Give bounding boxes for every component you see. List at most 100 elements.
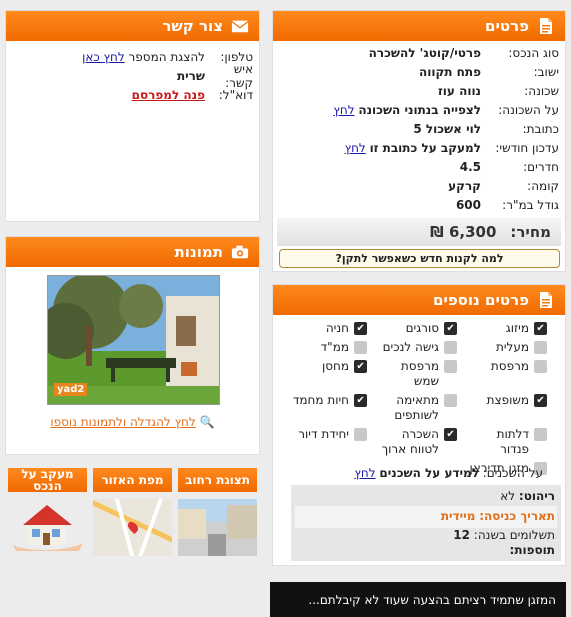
neighborhood-link[interactable]: לחץ: [333, 103, 354, 117]
checked-icon: ✔: [444, 322, 457, 335]
entry-date-row: תאריך כניסה: מיידית: [295, 506, 557, 528]
contact-header: צור קשר: [6, 11, 259, 41]
feature-checkbox[interactable]: ✔ מיזוג: [465, 321, 547, 336]
rental-info-box: ריהוט: לא תאריך כניסה: מיידית תשלומים בש…: [291, 485, 561, 561]
feature-label: מרפסת שמש: [400, 359, 439, 388]
feature-checkbox[interactable]: ממ"ד: [285, 340, 367, 355]
feature-label: מתאימה לשותפים: [394, 393, 439, 422]
feature-checkbox[interactable]: דלתות פנדור: [465, 427, 547, 457]
feature-checkbox[interactable]: ✔ חיות מחמד: [285, 393, 367, 423]
checked-icon: ✔: [354, 322, 367, 335]
enlarge-photos-link[interactable]: לחץ להגדלה ולתמונות נוספו: [50, 415, 195, 429]
feature-label: חניה: [325, 321, 349, 335]
price-box: מחיר: 6,300 ₪: [277, 218, 561, 246]
price-value: 6,300 ₪: [430, 223, 497, 241]
extra-details-header: פרטים נוספים: [273, 285, 565, 315]
feature-checkbox[interactable]: מתאימה לשותפים: [375, 393, 457, 423]
furniture-row: ריהוט: לא: [500, 489, 555, 503]
feature-label: ממ"ד: [320, 340, 349, 354]
unchecked-icon: [444, 360, 457, 373]
feature-label: חיות מחמד: [292, 393, 349, 407]
feature-label: סורגים: [405, 321, 439, 335]
yad2-watermark: yad2: [54, 383, 88, 396]
row-address: כתובת: לוי אשכול 5: [413, 121, 559, 136]
property-photo[interactable]: yad2: [47, 275, 220, 405]
street-view-image: [178, 499, 257, 556]
contact-title: צור קשר: [162, 17, 223, 35]
envelope-icon: [231, 16, 249, 36]
row-monthly-update: עדכון חודשי: למעקב על כתובת זו לחץ: [344, 140, 559, 155]
details-title: פרטים: [485, 17, 529, 35]
street-view-tile[interactable]: תצוגת רחוב: [178, 468, 257, 558]
feature-label: דלתות פנדור: [496, 427, 529, 456]
feature-label: מיזוג: [505, 321, 529, 335]
email-advertiser-link[interactable]: פנה למפרסם: [132, 88, 209, 102]
row-neighborhood: שכונה: נווה עוז: [437, 83, 559, 98]
unchecked-icon: [444, 341, 457, 354]
checked-icon: ✔: [354, 360, 367, 373]
enlarge-photos-row[interactable]: 🔍 לחץ להגדלה ולתמונות נוספו: [6, 415, 259, 429]
row-property-type: סוג הנכס: פרטי/קוטג' להשכרה: [368, 45, 559, 60]
feature-checkbox[interactable]: ✔ חניה: [285, 321, 367, 336]
features-grid: ✔ מיזוג ✔ סורגים ✔ חניה מעלית גישה לנכים ממ"ד מרפ…: [285, 321, 547, 476]
fix-instead-of-buy-button[interactable]: למה לקנות חדש כשאפשר לתקן?: [279, 249, 560, 268]
checked-icon: ✔: [354, 394, 367, 407]
camera-icon: [231, 242, 249, 262]
track-property-tile[interactable]: מעקב על הנכס: [8, 468, 87, 558]
unchecked-icon: [534, 341, 547, 354]
neighbors-link[interactable]: לחץ: [354, 466, 375, 480]
feature-checkbox[interactable]: ✔ השכרה לטווח ארוך: [375, 427, 457, 457]
feature-label: השכרה לטווח ארוך: [381, 427, 439, 456]
document-icon: [537, 16, 555, 36]
photos-title: תמונות: [174, 243, 223, 261]
checked-icon: ✔: [444, 428, 457, 441]
unchecked-icon: [534, 360, 547, 373]
monthly-update-link[interactable]: לחץ: [345, 141, 366, 155]
details-header: פרטים: [273, 11, 565, 41]
details-panel: פרטים סוג הנכס: פרטי/קוטג' להשכרה ישוב: פת…: [272, 10, 566, 272]
contact-panel: צור קשר טלפון: להצגת המספר לחץ כאן איש קש…: [5, 10, 260, 222]
feature-checkbox[interactable]: מעלית: [465, 340, 547, 355]
feature-checkbox[interactable]: ✔ משופצת: [465, 393, 547, 423]
ac-promo-banner[interactable]: המזגן שתמיד רציתם בהצעה שעוד לא קיבלתם..…: [270, 582, 566, 617]
feature-checkbox[interactable]: גישה לנכים: [375, 340, 457, 355]
additions-row: תוספות:: [509, 543, 555, 557]
show-phone-link[interactable]: לחץ כאן: [82, 50, 125, 64]
row-about-neighborhood: על השכונה: לצפייה בנתוני השכונה לחץ: [333, 102, 559, 117]
price-label: מחיר:: [510, 223, 551, 241]
feature-label: גישה לנכים: [382, 340, 439, 354]
unchecked-icon: [444, 394, 457, 407]
contact-email-row: דוא"ל: פנה למפרסם: [131, 87, 253, 102]
feature-checkbox[interactable]: ✔ סורגים: [375, 321, 457, 336]
unchecked-icon: [354, 428, 367, 441]
document-icon: [537, 290, 555, 310]
zoom-icon: 🔍: [199, 415, 215, 429]
row-rooms: חדרים: 4.5: [459, 159, 559, 174]
feature-checkbox[interactable]: ✔ מחסן: [285, 359, 367, 389]
details-rows: סוג הנכס: פרטי/קוטג' להשכרה ישוב: פתח תקוו…: [273, 41, 565, 214]
neighbors-row: על השכנים: למידע על השכנים לחץ: [354, 465, 543, 480]
feature-label: משופצת: [486, 393, 529, 407]
photos-panel: תמונות yad2 🔍 לחץ להגדלה ולתמונות נוספו: [5, 236, 260, 455]
house-in-hand-image: [8, 499, 87, 556]
photos-header: תמונות: [6, 237, 259, 267]
unchecked-icon: [354, 341, 367, 354]
extra-details-panel: פרטים נוספים ✔ מיזוג ✔ סורגים ✔ חניה מעלית גישה…: [272, 284, 566, 566]
feature-label: מרפסת: [490, 359, 529, 373]
row-floor: קומה: קרקע: [448, 178, 559, 193]
banner-text: המזגן שתמיד רציתם בהצעה שעוד לא קיבלתם..…: [308, 592, 556, 607]
feature-label: מעלית: [495, 340, 529, 354]
row-size: גודל במ"ר: 600: [455, 197, 559, 212]
feature-label: יחידת דיור: [298, 427, 349, 441]
feature-label: מחסן: [321, 359, 349, 373]
area-map-tile[interactable]: מפת האזור: [93, 468, 172, 558]
feature-checkbox[interactable]: מרפסת: [465, 359, 547, 389]
checked-icon: ✔: [534, 394, 547, 407]
payments-row: תשלומים בשנה: 12: [453, 528, 555, 542]
feature-checkbox[interactable]: מרפסת שמש: [375, 359, 457, 389]
feature-checkbox[interactable]: יחידת דיור: [285, 427, 367, 457]
row-city: ישוב: פתח תקווה: [418, 64, 559, 79]
unchecked-icon: [534, 428, 547, 441]
area-map-image: [93, 499, 172, 556]
contact-person-row: איש קשר: שרית: [176, 61, 253, 90]
